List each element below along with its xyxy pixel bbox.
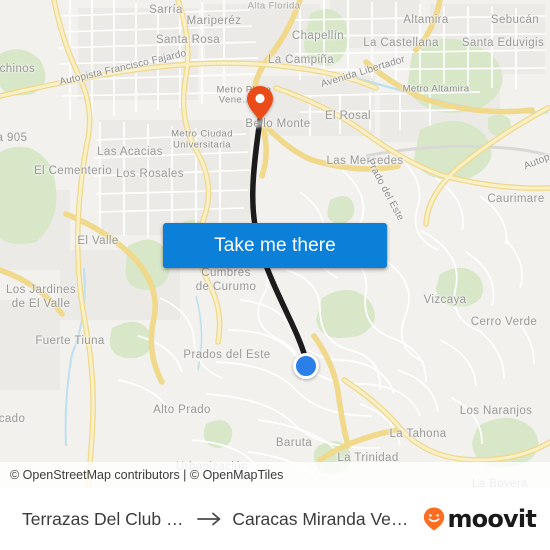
origin-pin-icon[interactable]	[247, 86, 273, 120]
map-attribution-text[interactable]: © OpenStreetMap contributors | © OpenMap…	[0, 468, 283, 482]
map-canvas[interactable]: Sarría Alta Florida Altamira Sebucán Mariper…	[0, 0, 550, 488]
route-summary: Terrazas Del Club Hípi... Caracas Mirand…	[22, 509, 417, 530]
moovit-map-screen: Sarría Alta Florida Altamira Sebucán Mariper…	[0, 0, 550, 550]
moovit-pin-icon	[424, 507, 445, 531]
map-attribution-bar: © OpenStreetMap contributors | © OpenMap…	[0, 462, 550, 488]
route-footer: Terrazas Del Club Hípi... Caracas Mirand…	[0, 488, 550, 550]
moovit-logo[interactable]: moovit	[423, 505, 537, 533]
route-origin-label[interactable]: Terrazas Del Club Hípi...	[22, 509, 188, 530]
route-destination-label[interactable]: Caracas Miranda Venezu...	[232, 509, 417, 530]
arrow-right-icon	[197, 512, 221, 526]
moovit-wordmark: moovit	[447, 505, 536, 533]
take-me-there-button[interactable]: Take me there	[163, 223, 387, 268]
user-location-dot[interactable]	[293, 353, 319, 379]
